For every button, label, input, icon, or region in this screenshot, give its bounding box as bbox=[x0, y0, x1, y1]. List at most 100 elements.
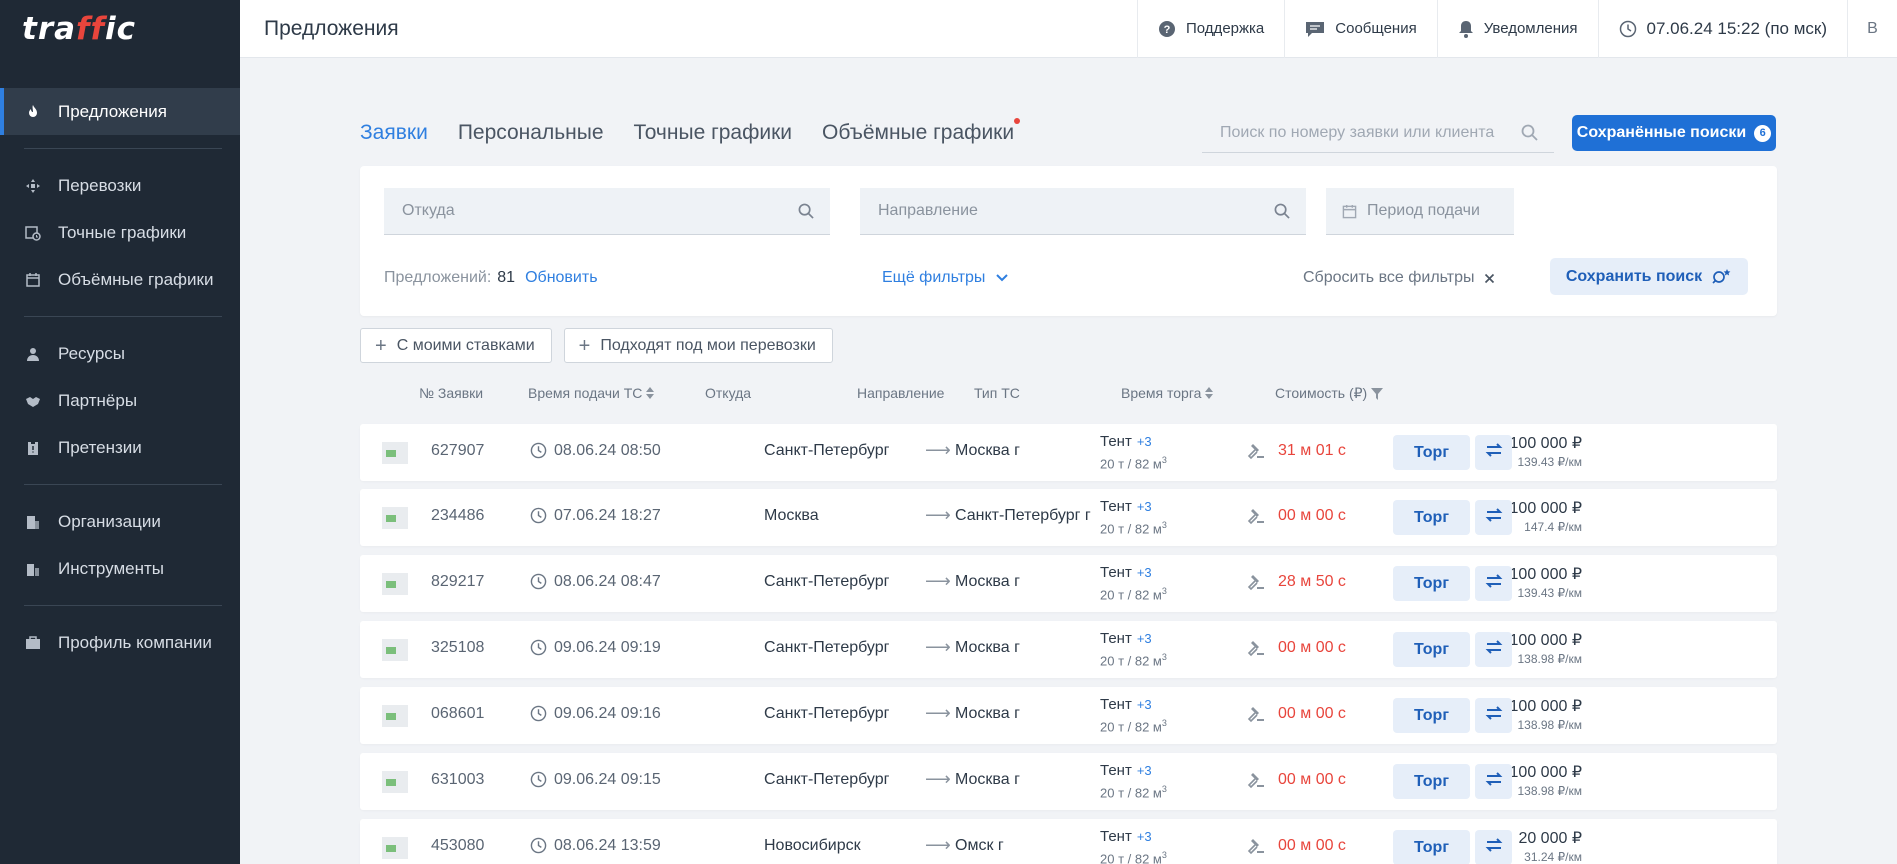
sidebar-item-shipments[interactable]: Перевозки bbox=[0, 162, 240, 209]
route-to: Москва г bbox=[955, 573, 1020, 590]
swap-icon bbox=[1485, 639, 1503, 660]
arrow-right-icon: ⟶ bbox=[925, 440, 951, 460]
exchange-button[interactable] bbox=[1475, 435, 1512, 470]
column-header-label: Время торга bbox=[1121, 385, 1202, 401]
chip-fits-my-shipments[interactable]: + Подходят под мои перевозки bbox=[563, 328, 833, 363]
clock-icon bbox=[530, 771, 547, 788]
more-types-link[interactable]: +3 bbox=[1137, 763, 1152, 778]
table-row[interactable]: 453080 08.06.24 13:59 Новосибирск ⟶ Омск… bbox=[360, 819, 1777, 864]
notifications-button[interactable]: Уведомления bbox=[1436, 0, 1598, 58]
table-row[interactable]: 627907 08.06.24 08:50 Санкт-Петербург ⟶ … bbox=[360, 424, 1777, 481]
submission-time: 07.06.24 18:27 bbox=[554, 507, 661, 524]
tab-volume-schedules[interactable]: Объёмные графики bbox=[822, 118, 1021, 145]
sidebar-item-partners[interactable]: Партнёры bbox=[0, 377, 240, 424]
exchange-button[interactable] bbox=[1475, 500, 1512, 535]
more-types-link[interactable]: +3 bbox=[1137, 499, 1152, 514]
search-icon[interactable] bbox=[1521, 124, 1538, 141]
tab-personal[interactable]: Персональные bbox=[458, 121, 604, 145]
tab-exact-schedules[interactable]: Точные графики bbox=[634, 121, 793, 145]
exchange-button[interactable] bbox=[1475, 698, 1512, 733]
bid-button[interactable]: Торг bbox=[1393, 632, 1470, 667]
table-row[interactable]: 829217 08.06.24 08:47 Санкт-Петербург ⟶ … bbox=[360, 555, 1777, 612]
bid-button[interactable]: Торг bbox=[1393, 830, 1470, 864]
sidebar-item-label: Претензии bbox=[58, 437, 142, 457]
more-types-link[interactable]: +3 bbox=[1137, 697, 1152, 712]
direction-placeholder: Направление bbox=[878, 202, 978, 219]
route-to: Москва г bbox=[955, 442, 1020, 459]
refresh-link[interactable]: Обновить bbox=[525, 269, 597, 286]
route-to: Москва г bbox=[955, 705, 1020, 722]
vehicle-type-label: Тент bbox=[1100, 498, 1132, 515]
direction-field[interactable]: Направление bbox=[860, 188, 1306, 235]
exchange-button[interactable] bbox=[1475, 830, 1512, 864]
from-field[interactable]: Откуда bbox=[384, 188, 830, 235]
price-per-km: 147.4 ₽/км bbox=[1524, 520, 1582, 534]
tab-requests[interactable]: Заявки bbox=[360, 121, 428, 145]
vehicle-type: Тент +3 bbox=[1100, 762, 1152, 779]
logo-text: traffic bbox=[22, 11, 137, 47]
cargo-thumbnail bbox=[382, 573, 408, 595]
column-header-from: Откуда bbox=[705, 385, 752, 401]
gavel-icon bbox=[1246, 704, 1266, 724]
arrow-right-icon: ⟶ bbox=[925, 505, 951, 525]
period-field[interactable]: Период подачи bbox=[1326, 188, 1514, 235]
sidebar-item-exact-schedules[interactable]: Точные графики bbox=[0, 209, 240, 256]
column-header-auction-time[interactable]: Время торга bbox=[1121, 385, 1214, 401]
gavel-icon bbox=[1246, 638, 1266, 658]
briefcase-icon bbox=[24, 634, 42, 652]
saved-searches-button[interactable]: Сохранённые поиски 6 bbox=[1572, 115, 1776, 151]
arrow-right-icon: ⟶ bbox=[925, 835, 951, 855]
bid-button[interactable]: Торг bbox=[1393, 764, 1470, 799]
save-search-button[interactable]: Сохранить поиск bbox=[1550, 258, 1748, 295]
from-placeholder: Откуда bbox=[402, 202, 455, 219]
chip-my-bids[interactable]: + С моими ставками bbox=[360, 328, 552, 363]
sidebar-item-offers[interactable]: Предложения bbox=[0, 88, 240, 135]
sidebar-nav: Предложения Перевозки Точные графики Объ… bbox=[0, 58, 240, 666]
table-row[interactable]: 325108 09.06.24 09:19 Санкт-Петербург ⟶ … bbox=[360, 621, 1777, 678]
bid-button[interactable]: Торг bbox=[1393, 500, 1470, 535]
support-button[interactable]: ? Поддержка bbox=[1137, 0, 1284, 58]
price: 100 000 ₽ bbox=[1509, 566, 1582, 583]
gavel-icon bbox=[1246, 836, 1266, 856]
cargo-thumbnail bbox=[382, 442, 408, 464]
logo[interactable]: traffic bbox=[0, 0, 240, 58]
sidebar-item-claims[interactable]: Претензии bbox=[0, 424, 240, 471]
more-types-link[interactable]: +3 bbox=[1137, 434, 1152, 449]
vehicle-type-label: Тент bbox=[1100, 630, 1132, 647]
sidebar-item-tools[interactable]: Инструменты bbox=[0, 545, 240, 592]
divider bbox=[24, 605, 222, 606]
more-types-link[interactable]: +3 bbox=[1137, 565, 1152, 580]
more-filters-toggle[interactable]: Ещё фильтры bbox=[882, 269, 1009, 287]
sidebar-item-resources[interactable]: Ресурсы bbox=[0, 330, 240, 377]
exchange-button[interactable] bbox=[1475, 566, 1512, 601]
table-row[interactable]: 068601 09.06.24 09:16 Санкт-Петербург ⟶ … bbox=[360, 687, 1777, 744]
bid-button[interactable]: Торг bbox=[1393, 698, 1470, 733]
more-types-link[interactable]: +3 bbox=[1137, 829, 1152, 844]
sort-icon bbox=[1205, 387, 1214, 399]
sidebar-item-organizations[interactable]: Организации bbox=[0, 498, 240, 545]
bid-button[interactable]: Торг bbox=[1393, 566, 1470, 601]
table-row[interactable]: 631003 09.06.24 09:15 Санкт-Петербург ⟶ … bbox=[360, 753, 1777, 810]
capacity: 20 т / 82 м3 bbox=[1100, 784, 1167, 801]
sidebar-item-company-profile[interactable]: Профиль компании bbox=[0, 619, 240, 666]
search-input[interactable] bbox=[1220, 123, 1521, 142]
plus-icon: + bbox=[578, 334, 591, 357]
avatar[interactable]: В bbox=[1847, 0, 1897, 58]
sidebar-item-volume-schedules[interactable]: Объёмные графики bbox=[0, 256, 240, 303]
price-per-km: 138.98 ₽/км bbox=[1517, 784, 1582, 798]
notifications-label: Уведомления bbox=[1483, 20, 1578, 37]
more-types-link[interactable]: +3 bbox=[1137, 631, 1152, 646]
messages-button[interactable]: Сообщения bbox=[1284, 0, 1436, 58]
reset-filters-button[interactable]: Сбросить все фильтры bbox=[1303, 269, 1495, 287]
column-header-cost[interactable]: Стоимость (₽) bbox=[1275, 385, 1384, 402]
divider bbox=[24, 148, 222, 149]
help-icon: ? bbox=[1158, 20, 1176, 38]
period-placeholder: Период подачи bbox=[1367, 202, 1480, 219]
column-header-time[interactable]: Время подачи ТС bbox=[528, 385, 655, 401]
exchange-button[interactable] bbox=[1475, 632, 1512, 667]
auction-timer: 31 м 01 с bbox=[1278, 442, 1346, 459]
arrow-right-icon: ⟶ bbox=[925, 637, 951, 657]
table-row[interactable]: 234486 07.06.24 18:27 Москва ⟶ Санкт-Пет… bbox=[360, 489, 1777, 546]
exchange-button[interactable] bbox=[1475, 764, 1512, 799]
bid-button[interactable]: Торг bbox=[1393, 435, 1470, 470]
